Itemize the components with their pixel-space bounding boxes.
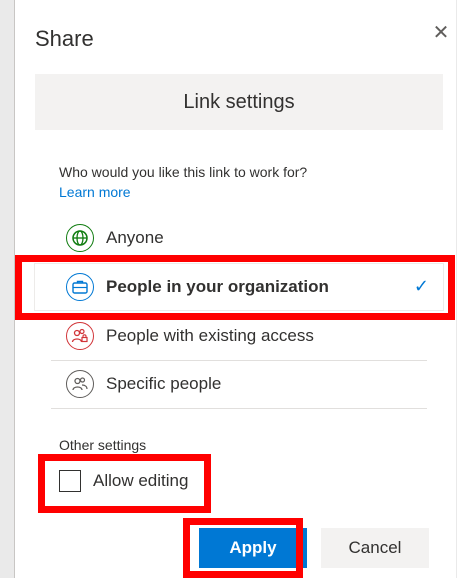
option-label: People in your organization xyxy=(106,277,329,296)
allow-editing-label: Allow editing xyxy=(93,471,189,490)
option-people-with-existing-access[interactable]: People with existing access xyxy=(35,313,443,359)
question-label: Who would you like this link to work for… xyxy=(59,164,308,180)
option-specific-people[interactable]: Specific people xyxy=(35,361,443,407)
question-text: Who would you like this link to work for… xyxy=(59,162,339,202)
people-icon xyxy=(66,370,94,398)
link-settings-header: Link settings xyxy=(35,74,443,130)
checkmark-icon: ✓ xyxy=(413,276,429,296)
share-dialog: Share ✕ Link settings Who would you like… xyxy=(14,0,456,578)
option-label: People with existing access xyxy=(106,326,314,345)
other-settings-label: Other settings xyxy=(59,437,147,453)
option-label: Anyone xyxy=(106,228,164,247)
divider xyxy=(51,408,427,409)
allow-editing-checkbox[interactable] xyxy=(59,470,81,492)
allow-editing-row[interactable]: Allow editing xyxy=(59,466,188,496)
briefcase-icon xyxy=(66,273,94,301)
people-lock-icon xyxy=(66,322,94,350)
globe-icon xyxy=(66,224,94,252)
option-label: Specific people xyxy=(106,374,222,393)
dialog-title: Share xyxy=(35,26,94,51)
option-anyone[interactable]: Anyone xyxy=(35,215,443,261)
option-people-in-organization[interactable]: People in your organization ✓ xyxy=(34,263,444,311)
learn-more-link[interactable]: Learn more xyxy=(59,184,131,200)
apply-button[interactable]: Apply xyxy=(199,528,307,568)
cancel-button[interactable]: Cancel xyxy=(321,528,429,568)
close-icon[interactable]: ✕ xyxy=(429,20,453,44)
